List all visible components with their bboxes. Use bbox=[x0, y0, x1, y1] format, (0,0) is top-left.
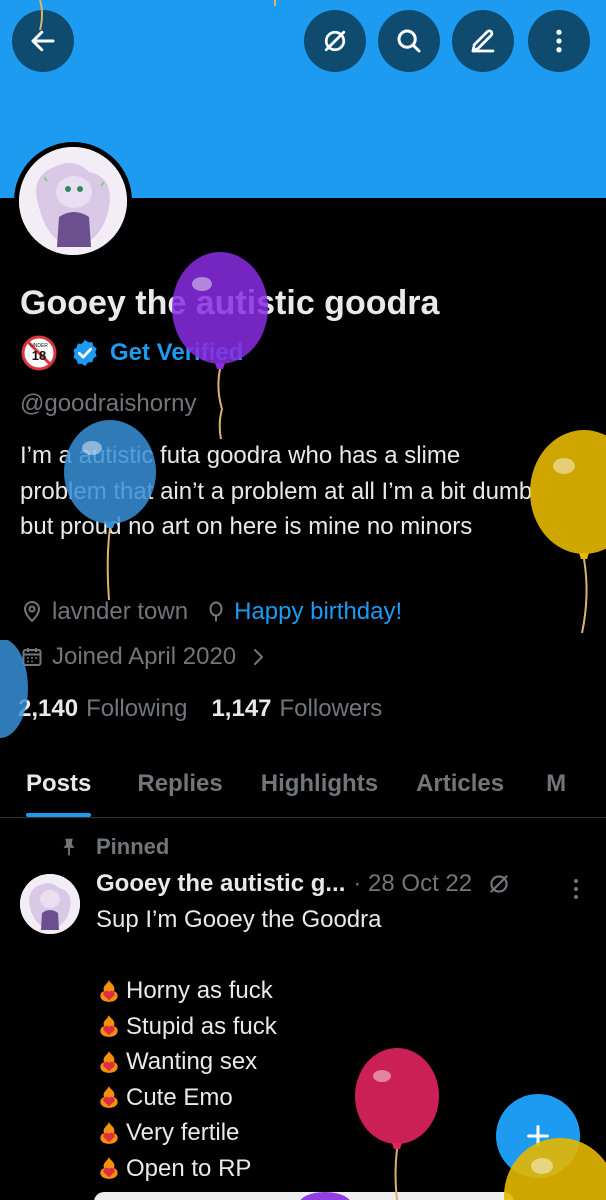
edit-button[interactable] bbox=[452, 10, 514, 72]
profile-tabs: Posts Replies Highlights Articles M bbox=[0, 758, 606, 818]
joined-row[interactable]: Joined April 2020 bbox=[20, 643, 270, 671]
tweet-list-item: Horny as fuck bbox=[96, 973, 496, 1009]
tweet-list-item-text: Very fertile bbox=[126, 1119, 240, 1146]
more-vertical-icon bbox=[556, 29, 562, 53]
tab-posts[interactable]: Posts bbox=[26, 758, 92, 817]
edit-icon bbox=[471, 29, 495, 53]
heart-on-fire-icon bbox=[100, 1086, 118, 1109]
more-options-button[interactable] bbox=[528, 10, 590, 72]
tweet-list-item-text: Horny as fuck bbox=[126, 977, 273, 1004]
balloon-blue[interactable] bbox=[58, 416, 162, 606]
chevron-right-icon bbox=[254, 649, 264, 665]
profile-avatar[interactable] bbox=[14, 142, 132, 260]
mute-icon bbox=[324, 30, 346, 52]
tab-media[interactable]: M bbox=[546, 758, 566, 817]
mute-button[interactable] bbox=[304, 10, 366, 72]
followers-count[interactable]: 1,147 bbox=[211, 695, 271, 723]
tweet-list-item-text: Cute Emo bbox=[126, 1083, 233, 1111]
balloon-yellow-right[interactable] bbox=[528, 428, 606, 638]
balloon-string-top-center bbox=[274, 0, 276, 6]
heart-on-fire-icon bbox=[100, 1157, 118, 1180]
follow-stats: 2,140 Following 1,147 Followers bbox=[18, 695, 398, 723]
tweet-list-item: Stupid as fuck bbox=[96, 1009, 496, 1045]
tweet-more-icon[interactable] bbox=[566, 876, 586, 902]
following-label[interactable]: Following bbox=[86, 695, 187, 723]
heart-on-fire-icon bbox=[100, 1121, 118, 1144]
heart-on-fire-icon bbox=[100, 1050, 118, 1073]
tweet-list-item-text: Wanting sex bbox=[126, 1048, 258, 1075]
tweet-first-line: Sup I’m Gooey the Goodra bbox=[96, 906, 382, 933]
balloon-purple[interactable] bbox=[168, 250, 272, 440]
avatar-image bbox=[19, 147, 127, 255]
location-pin-icon bbox=[23, 601, 41, 623]
balloon-icon bbox=[209, 601, 223, 622]
tab-highlights[interactable]: Highlights bbox=[261, 758, 378, 817]
svg-text:18: 18 bbox=[32, 348, 46, 363]
balloon-purple-bottom[interactable] bbox=[300, 1190, 350, 1200]
joined-text: Joined April 2020 bbox=[52, 643, 237, 670]
heart-on-fire-icon bbox=[100, 1015, 118, 1038]
tweet-list-item-text: Open to RP bbox=[126, 1154, 252, 1182]
mute-icon bbox=[490, 875, 508, 893]
under-18-icon: UNDER 18 bbox=[21, 335, 57, 371]
tweet-date[interactable]: · 28 Oct 22 bbox=[353, 870, 472, 898]
birthday-text[interactable]: Happy birthday! bbox=[234, 598, 402, 626]
verified-badge-icon[interactable] bbox=[70, 338, 100, 368]
pinned-label-row: Pinned bbox=[58, 834, 169, 860]
balloon-red[interactable] bbox=[352, 1048, 442, 1200]
tweet-author-name[interactable]: Gooey the autistic g... bbox=[96, 870, 345, 898]
tab-articles[interactable]: Articles bbox=[416, 758, 504, 817]
heart-on-fire-icon bbox=[100, 979, 118, 1002]
pinned-label: Pinned bbox=[96, 834, 170, 859]
balloon-string-top-left bbox=[39, 0, 43, 31]
balloon-yellow-bottom[interactable] bbox=[502, 1136, 606, 1200]
search-button[interactable] bbox=[378, 10, 440, 72]
search-icon bbox=[397, 29, 421, 53]
pin-icon bbox=[63, 838, 75, 856]
tweet-header: Gooey the autistic g... · 28 Oct 22 bbox=[96, 870, 512, 898]
tab-replies[interactable]: Replies bbox=[137, 758, 222, 817]
followers-label[interactable]: Followers bbox=[280, 695, 383, 723]
tweet-author-avatar[interactable] bbox=[20, 874, 80, 934]
tweet-list-item-text: Stupid as fuck bbox=[126, 1012, 277, 1040]
balloon-blue-left[interactable] bbox=[0, 640, 30, 740]
tweet-avatar-image bbox=[20, 874, 80, 934]
